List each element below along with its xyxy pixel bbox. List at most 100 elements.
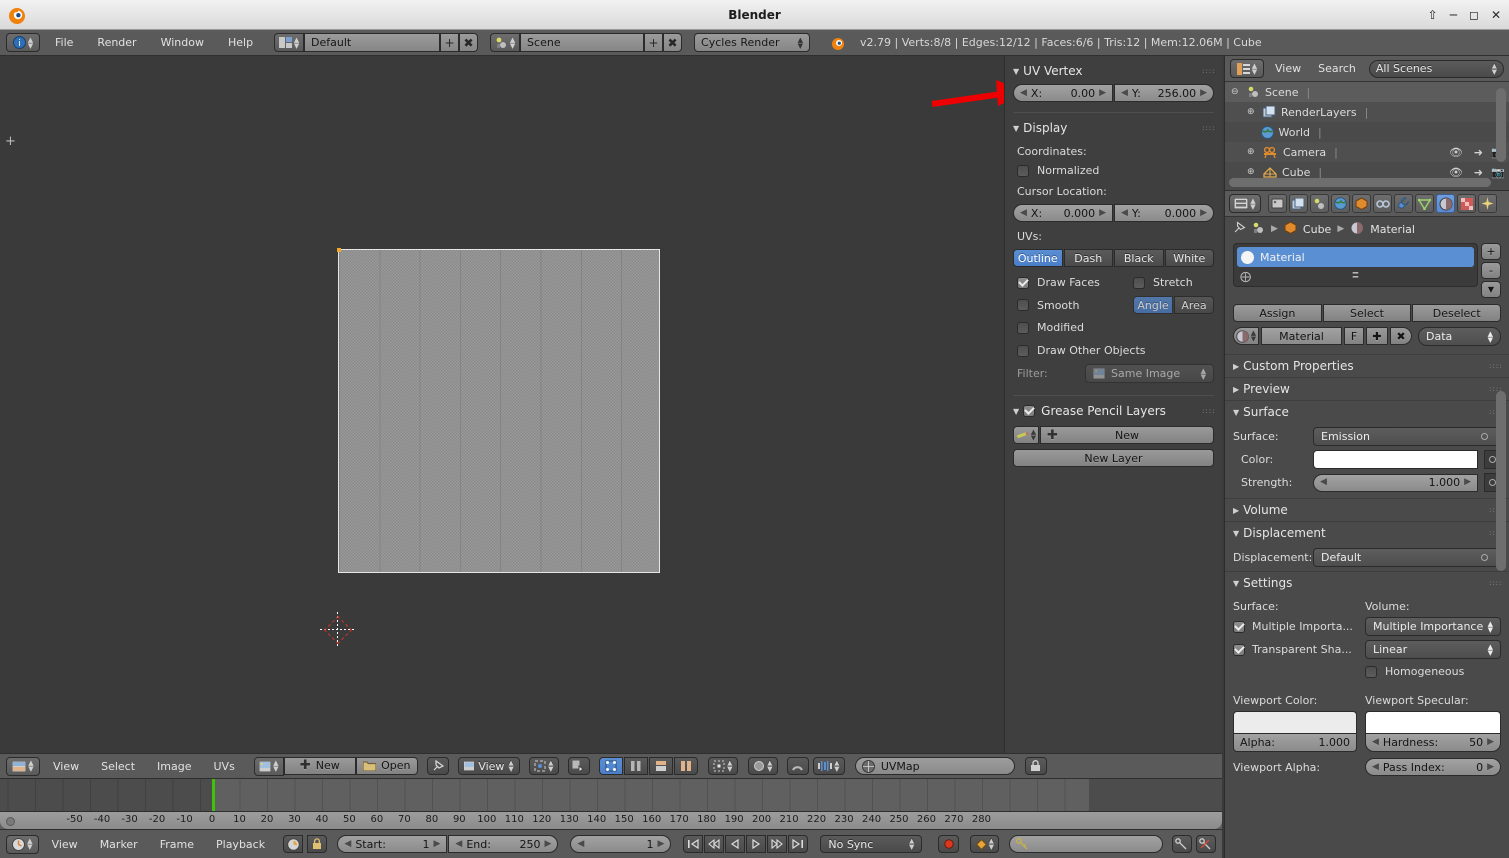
properties-editor-type-selector[interactable]: ▲ ▼: [1229, 194, 1261, 213]
new-image-button[interactable]: ✚ New: [283, 756, 356, 775]
outliner-menu-view[interactable]: View: [1269, 62, 1307, 75]
modified-checkbox[interactable]: [1017, 321, 1029, 334]
material-browse-icon[interactable]: ▲ ▼: [1233, 327, 1259, 345]
chevron-left-icon[interactable]: ◀: [1121, 208, 1128, 218]
timeline-playhead[interactable]: [212, 779, 215, 811]
add-material-slot-button[interactable]: +: [1481, 243, 1501, 260]
material-slot-selected[interactable]: Material: [1237, 247, 1474, 267]
end-frame-field[interactable]: ◀ End: 250 ▶: [448, 835, 559, 853]
object-icon[interactable]: [1284, 221, 1297, 237]
timeline-ruler[interactable]: -50 -40 -30 -20 -10 0 10 20 30 40 50 60 70 80 90 100 110…: [0, 811, 1222, 829]
cursor-y-field[interactable]: ◀ Y: 0.000 ▶: [1114, 204, 1214, 222]
uv-menu-view[interactable]: View: [44, 760, 88, 773]
pin-icon[interactable]: [1233, 221, 1246, 237]
material-name-field[interactable]: Material: [1261, 327, 1342, 345]
screen-layout-value[interactable]: Default: [304, 33, 441, 52]
world-tab-icon[interactable]: [1331, 194, 1350, 213]
grease-pencil-brush-selector[interactable]: ▲ ▼: [1013, 426, 1039, 444]
chevron-right-icon[interactable]: ▶: [657, 839, 664, 849]
chevron-left-icon[interactable]: ◀: [1020, 88, 1027, 98]
properties-tab-bar[interactable]: [1268, 194, 1497, 213]
chevron-right-icon[interactable]: ▶: [544, 839, 551, 849]
new-material-button[interactable]: ✚: [1366, 327, 1388, 345]
scene-icon[interactable]: [1252, 222, 1265, 237]
scene-icon[interactable]: ▲ ▼: [490, 33, 521, 52]
pass-index-field[interactable]: ◀ Pass Index: 0 ▶: [1365, 758, 1501, 776]
jump-to-start-icon[interactable]: [683, 835, 704, 853]
custom-properties-section-header[interactable]: ▶ Custom Properties ::::: [1225, 354, 1509, 377]
menu-help[interactable]: Help: [219, 36, 262, 49]
expander-plus-icon[interactable]: ⊕: [1247, 107, 1260, 117]
outliner-row-camera[interactable]: ⊕Camera|👁➜📷: [1225, 142, 1509, 162]
outliner-tree[interactable]: ⊖Scene|⊕RenderLayers| World|⊕Camera|👁➜📷⊕…: [1225, 82, 1509, 182]
chevron-left-icon[interactable]: ◀: [455, 839, 462, 849]
eye-icon[interactable]: 👁: [1449, 146, 1463, 159]
outliner-vertical-scrollbar[interactable]: [1496, 88, 1506, 162]
expander-minus-icon[interactable]: ⊖: [1231, 87, 1244, 97]
slot-grip-icon[interactable]: ━ ━: [1353, 270, 1358, 283]
chevron-right-icon[interactable]: ▶: [1099, 88, 1106, 98]
chevron-left-icon[interactable]: ◀: [577, 839, 584, 849]
settings-section-header[interactable]: ▼ Settings ::::: [1225, 571, 1509, 594]
emission-color-swatch[interactable]: [1313, 450, 1478, 469]
next-keyframe-icon[interactable]: [767, 835, 788, 853]
smooth-falloff-icon[interactable]: ▲ ▼: [812, 757, 845, 775]
surface-section-header[interactable]: ▼ Surface ::::: [1225, 400, 1509, 423]
uv-mode-outline-button[interactable]: Outline: [1013, 249, 1063, 267]
material-icon[interactable]: [1350, 221, 1364, 238]
draw-faces-checkbox[interactable]: [1017, 276, 1029, 289]
deselect-button[interactable]: Deselect: [1412, 304, 1502, 322]
cursor-x-field[interactable]: ◀ X: 0.000 ▶: [1013, 204, 1113, 222]
snap-target-selector[interactable]: ▲ ▼: [707, 757, 738, 775]
chevron-left-icon[interactable]: ◀: [344, 839, 351, 849]
sync-mode-dropdown[interactable]: No Sync ▲ ▼: [820, 835, 923, 853]
constraints-tab-icon[interactable]: [1373, 194, 1392, 213]
render-engine-dropdown[interactable]: Cycles Render ▲ ▼: [694, 33, 811, 52]
chevron-left-icon[interactable]: ◀: [1320, 478, 1327, 487]
uv-mode-white-button[interactable]: White: [1164, 249, 1214, 267]
normalized-checkbox[interactable]: [1017, 164, 1029, 177]
outliner-menu-search[interactable]: Search: [1312, 62, 1362, 75]
scene-value[interactable]: Scene: [520, 33, 645, 52]
material-slot-specials-menu[interactable]: ▼: [1481, 281, 1501, 298]
insert-keyframe-icon[interactable]: [1171, 835, 1192, 853]
2d-cursor-icon[interactable]: [320, 612, 356, 648]
emission-strength-field[interactable]: ◀ 1.000 ▶: [1313, 473, 1478, 492]
texture-tab-icon[interactable]: [1457, 194, 1476, 213]
displacement-dropdown[interactable]: Default: [1313, 548, 1501, 567]
chevron-right-icon[interactable]: ▶: [1464, 478, 1471, 487]
add-screen-layout-button[interactable]: +: [440, 33, 460, 52]
outliner-row-world[interactable]: World |: [1225, 122, 1509, 142]
uv-mode-black-button[interactable]: Black: [1114, 249, 1164, 267]
chevron-right-icon[interactable]: ▶: [1200, 88, 1207, 98]
expander-plus-icon[interactable]: ⊕: [1247, 147, 1260, 157]
outliner-horizontal-scrollbar[interactable]: [1229, 178, 1491, 187]
viewport-color-swatch[interactable]: [1233, 711, 1357, 733]
renderlayers-tab-icon[interactable]: [1289, 194, 1308, 213]
cursor-arrow-icon[interactable]: ➜: [1474, 166, 1483, 179]
draw-other-objects-checkbox[interactable]: [1017, 344, 1029, 357]
delete-screen-layout-button[interactable]: ✖: [459, 33, 479, 52]
chevron-right-icon[interactable]: ▶: [433, 839, 440, 849]
play-reverse-icon[interactable]: [725, 835, 746, 853]
keying-set-field[interactable]: [1009, 835, 1163, 853]
uv-editor-properties-panel[interactable]: ▼ UV Vertex :::: ◀ X: 0.00 ▶ ◀ Y: 256.00…: [1004, 56, 1222, 753]
uv-menu-image[interactable]: Image: [148, 760, 200, 773]
timeline-editor[interactable]: -50 -40 -30 -20 -10 0 10 20 30 40 50 60 70 80 90 100 110…: [0, 779, 1222, 829]
remove-material-slot-button[interactable]: -: [1481, 262, 1501, 279]
chevron-right-icon[interactable]: ▶: [1200, 208, 1207, 218]
uv-mode-dash-button[interactable]: Dash: [1063, 249, 1113, 267]
displacement-section-header[interactable]: ▼ Displacement ::::: [1225, 521, 1509, 544]
uv-menu-uvs[interactable]: UVs: [205, 760, 244, 773]
volume-interpolation-dropdown[interactable]: Linear ▲ ▼: [1365, 640, 1501, 659]
volume-sampling-dropdown[interactable]: Multiple Importance ▲ ▼: [1365, 617, 1501, 636]
start-frame-field[interactable]: ◀ Start: 1 ▶: [337, 835, 448, 853]
uv-vertex-panel-header[interactable]: ▼ UV Vertex ::::: [1013, 60, 1214, 82]
outliner-display-mode-dropdown[interactable]: All Scenes ▲ ▼: [1368, 59, 1504, 78]
current-frame-field[interactable]: ◀ 1 ▶: [570, 835, 672, 853]
smooth-checkbox[interactable]: [1017, 299, 1029, 311]
tl-menu-marker[interactable]: Marker: [91, 838, 147, 851]
scene-tab-icon[interactable]: [1310, 194, 1329, 213]
outliner-editor-type-selector[interactable]: ▲ ▼: [1230, 59, 1264, 78]
chevron-left-icon[interactable]: ◀: [1121, 88, 1128, 98]
